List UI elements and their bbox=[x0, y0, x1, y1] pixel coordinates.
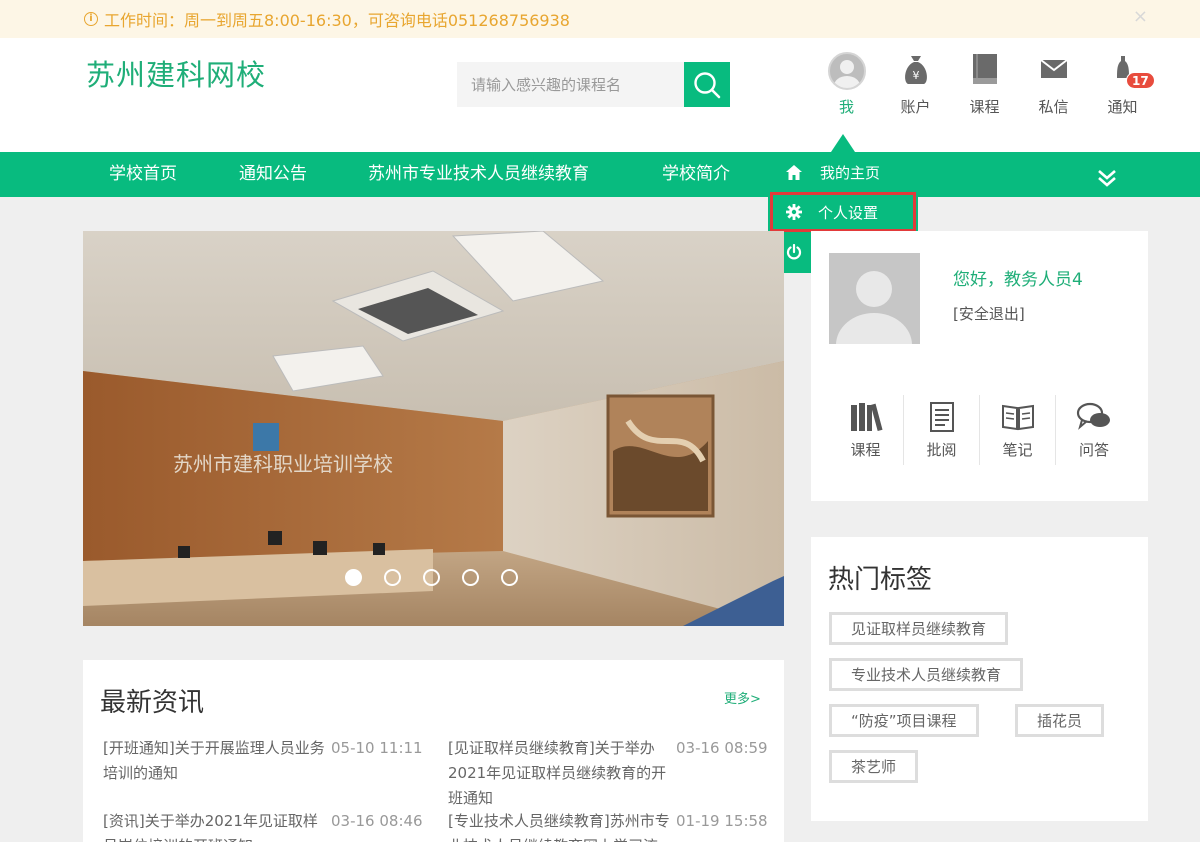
header: 苏州建科网校 我 ¥ 账户 bbox=[0, 38, 1200, 152]
quick-link-courses[interactable]: 课程 bbox=[828, 395, 904, 465]
gear-icon bbox=[786, 204, 802, 220]
me-label: 我 bbox=[838, 98, 854, 116]
more-news-link[interactable]: 更多> bbox=[724, 688, 761, 707]
main-nav: 学校首页 通知公告 苏州市专业技术人员继续教育 学校简介 bbox=[0, 152, 1200, 197]
carousel-dot[interactable] bbox=[345, 569, 362, 586]
chat-bubbles-icon bbox=[1076, 402, 1110, 430]
dropdown-caret bbox=[831, 134, 855, 152]
search-button[interactable] bbox=[684, 62, 730, 107]
course-label: 课程 bbox=[969, 98, 1000, 116]
banner-carousel[interactable]: 苏州市建科职业培训学校 bbox=[83, 231, 784, 626]
user-greeting: 您好，教务人员4 bbox=[953, 270, 1083, 290]
carousel-dot[interactable] bbox=[462, 569, 479, 586]
quick-link-qa[interactable]: 问答 bbox=[1056, 395, 1132, 465]
course-menu[interactable]: 课程 bbox=[950, 52, 1019, 117]
user-avatar-icon bbox=[827, 52, 866, 90]
notice-bar: i 工作时间：周一到周五8:00-16:30，可咨询电话051268756938… bbox=[0, 0, 1200, 38]
carousel-dot[interactable] bbox=[384, 569, 401, 586]
news-date: 01-19 15:58 bbox=[676, 812, 768, 830]
quick-link-label: 课程 bbox=[850, 441, 881, 459]
quick-link-label: 笔记 bbox=[1002, 441, 1033, 459]
news-item[interactable]: [资讯]关于举办2021年见证取样员岗位培训的开班通知 03-16 08:46 bbox=[103, 809, 433, 842]
message-label: 私信 bbox=[1038, 98, 1069, 116]
money-bag-icon: ¥ bbox=[904, 56, 927, 84]
top-icon-bar: 我 ¥ 账户 课程 私信 17 通知 bbox=[812, 52, 1157, 117]
close-icon[interactable]: × bbox=[1133, 6, 1148, 27]
hot-tags-title: 热门标签 bbox=[828, 565, 933, 595]
notification-badge: 17 bbox=[1126, 72, 1155, 89]
info-icon: i bbox=[84, 12, 98, 26]
me-menu[interactable]: 我 bbox=[812, 52, 881, 117]
hot-tags-card: 热门标签 见证取样员继续教育 专业技术人员继续教育 “防疫”项目课程 插花员 茶… bbox=[811, 537, 1148, 821]
lobby-photo: 苏州市建科职业培训学校 bbox=[83, 231, 784, 626]
carousel-dot[interactable] bbox=[423, 569, 440, 586]
tag-item[interactable]: 插花员 bbox=[1015, 704, 1105, 737]
user-avatar bbox=[829, 253, 920, 344]
quick-link-label: 批阅 bbox=[926, 441, 957, 459]
search-input[interactable] bbox=[457, 62, 684, 107]
carousel-dot[interactable] bbox=[501, 569, 518, 586]
tag-item[interactable]: “防疫”项目课程 bbox=[829, 704, 979, 737]
expand-nav-button[interactable] bbox=[1096, 162, 1118, 187]
tag-item[interactable]: 专业技术人员继续教育 bbox=[829, 658, 1024, 691]
quick-link-review[interactable]: 批阅 bbox=[904, 395, 980, 465]
carousel-dots bbox=[345, 569, 540, 586]
book-icon bbox=[972, 54, 997, 84]
home-icon bbox=[786, 164, 802, 180]
site-logo[interactable]: 苏州建科网校 bbox=[86, 52, 266, 94]
news-item[interactable]: [开班通知]关于开展监理人员业务培训的通知 05-10 11:11 bbox=[103, 736, 433, 786]
menu-item-label: 我的主页 bbox=[820, 163, 881, 182]
notice-text: 工作时间：周一到周五8:00-16:30，可咨询电话051268756938 bbox=[104, 11, 570, 30]
nav-item-continuing-education[interactable]: 苏州市专业技术人员继续教育 bbox=[368, 152, 589, 197]
account-label: 账户 bbox=[900, 98, 931, 116]
account-menu[interactable]: ¥ 账户 bbox=[881, 52, 950, 117]
mail-icon bbox=[1039, 59, 1068, 78]
search-icon bbox=[694, 71, 721, 98]
document-icon bbox=[929, 402, 954, 432]
nav-item-notice[interactable]: 通知公告 bbox=[239, 152, 307, 197]
open-book-icon bbox=[1001, 404, 1034, 431]
quick-link-label: 问答 bbox=[1078, 441, 1109, 459]
news-date: 03-16 08:59 bbox=[676, 739, 768, 757]
message-menu[interactable]: 私信 bbox=[1019, 52, 1088, 117]
books-icon bbox=[850, 403, 883, 432]
svg-text:苏州市建科职业培训学校: 苏州市建科职业培训学校 bbox=[173, 452, 393, 476]
quick-links: 课程 批阅 笔记 问答 bbox=[828, 395, 1132, 465]
nav-item-about[interactable]: 学校简介 bbox=[662, 152, 730, 197]
menu-item-my-homepage[interactable]: 我的主页 bbox=[768, 152, 918, 192]
latest-news-card: 最新资讯 更多> [开班通知]关于开展监理人员业务培训的通知 05-10 11:… bbox=[83, 660, 784, 842]
news-date: 05-10 11:11 bbox=[331, 739, 423, 757]
quick-link-notes[interactable]: 笔记 bbox=[980, 395, 1056, 465]
news-date: 03-16 08:46 bbox=[331, 812, 423, 830]
tag-item[interactable]: 见证取样员继续教育 bbox=[829, 612, 1009, 645]
safe-logout-link[interactable]: [安全退出] bbox=[953, 303, 1025, 324]
nav-item-home[interactable]: 学校首页 bbox=[109, 152, 177, 197]
news-item[interactable]: [专业技术人员继续教育]苏州市专业技术人员继续教育网上学习流程 01-19 15… bbox=[448, 809, 778, 842]
notify-label: 通知 bbox=[1107, 98, 1138, 116]
menu-item-personal-settings[interactable]: 个人设置 bbox=[770, 192, 916, 232]
svg-text:¥: ¥ bbox=[912, 69, 919, 82]
news-item[interactable]: [见证取样员继续教育]关于举办2021年见证取样员继续教育的开班通知 03-16… bbox=[448, 736, 778, 811]
notify-menu[interactable]: 17 通知 bbox=[1088, 52, 1157, 117]
double-chevron-down-icon bbox=[1098, 170, 1116, 187]
user-card: 您好，教务人员4 [安全退出] 课程 批阅 笔记 问答 bbox=[811, 231, 1148, 501]
news-title: 最新资讯 bbox=[100, 688, 205, 718]
power-icon bbox=[786, 244, 802, 260]
menu-item-label: 个人设置 bbox=[818, 203, 879, 222]
tag-item[interactable]: 茶艺师 bbox=[829, 750, 919, 783]
